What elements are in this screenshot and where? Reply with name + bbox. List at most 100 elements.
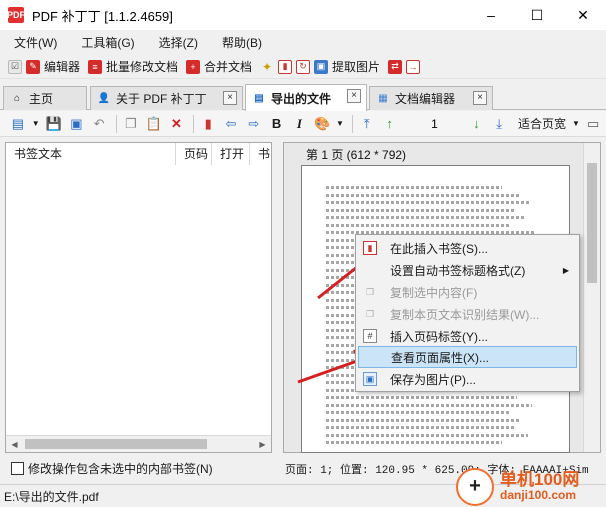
pdf-convert-icon[interactable]: ⇄ — [388, 59, 403, 74]
menu-file[interactable]: 文件(W) — [6, 34, 65, 51]
hash-icon: # — [363, 329, 377, 343]
menu-auto-bookmark-format[interactable]: 设置自动书签标题格式(Z) ▶ — [358, 259, 577, 281]
insert-bookmark-icon[interactable]: ▮ — [198, 114, 218, 134]
editor-button-label: 编辑器 — [44, 60, 81, 74]
chevron-down-icon[interactable]: ▼ — [31, 114, 41, 134]
tab-bar: ⌂ 主页 👤 关于 PDF 补丁丁 × ▤ 导出的文件 × ▦ 文档编辑器 × — [0, 84, 606, 111]
previous-page-icon[interactable]: ↑ — [380, 114, 400, 134]
delete-icon[interactable]: ✕ — [167, 114, 187, 134]
zoom-mode-select[interactable]: 适合页宽 ▼ — [512, 114, 583, 134]
image-extract-icon: ▣ — [314, 59, 329, 74]
include-unselected-checkbox[interactable] — [11, 461, 24, 475]
page-text-line — [326, 186, 503, 189]
watermark-url: danji100.com — [500, 488, 577, 503]
page-text-line — [326, 201, 531, 204]
page-text-line — [326, 216, 526, 219]
menu-insert-page-label[interactable]: # 插入页码标签(Y)... — [358, 325, 577, 347]
save-as-icon[interactable]: ▣ — [66, 114, 86, 134]
scrollbar-thumb[interactable] — [25, 439, 207, 449]
app-logo-icon: PDF — [7, 7, 25, 23]
next-page-icon[interactable]: ↓ — [466, 114, 486, 134]
tab-about[interactable]: 👤 关于 PDF 补丁丁 × — [90, 86, 243, 110]
menu-help[interactable]: 帮助(B) — [214, 34, 270, 51]
horizontal-scrollbar[interactable]: ◀ ▶ — [6, 435, 271, 452]
bookmark-panel: 书签文本 页码 打开 书 ◀ ▶ — [5, 142, 272, 453]
image-icon: ▣ — [363, 372, 377, 386]
undo-icon[interactable]: ↶ — [89, 114, 109, 134]
column-bookmark-text[interactable]: 书签文本 — [6, 143, 176, 165]
tab-home[interactable]: ⌂ 主页 — [3, 86, 87, 110]
file-path: E:\导出的文件.pdf — [4, 489, 99, 504]
person-icon: 👤 — [97, 93, 111, 104]
watermark-name: 单机100网 — [500, 470, 580, 490]
bookmark-table-header: 书签文本 页码 打开 书 — [6, 143, 271, 165]
save-icon[interactable]: 💾 — [44, 114, 64, 134]
page-text-line — [326, 441, 503, 444]
page-text-line — [326, 426, 516, 429]
pdf-rotate-icon[interactable]: ↻ — [296, 59, 311, 74]
page-text-line — [326, 418, 520, 422]
bookmark-insert-icon: ▮ — [363, 241, 377, 255]
magic-wand-icon[interactable]: ✦ — [260, 60, 274, 74]
paste-icon[interactable]: 📋 — [144, 114, 164, 134]
vertical-scrollbar[interactable] — [583, 143, 600, 452]
menu-page-properties-label: 查看页面属性(X)... — [391, 350, 489, 365]
menu-auto-bookmark-format-label: 设置自动书签标题格式(Z) — [390, 263, 526, 278]
toolbar-separator — [193, 114, 195, 133]
column-open[interactable]: 打开 — [212, 143, 250, 165]
page-text-line — [326, 411, 511, 414]
scroll-right-icon[interactable]: ▶ — [254, 436, 271, 452]
copy-icon[interactable]: ❐ — [121, 114, 141, 134]
page-text-line — [326, 223, 509, 227]
document-icon: ▦ — [378, 93, 388, 104]
checklist-icon[interactable]: ☑ — [8, 59, 22, 74]
maximize-button[interactable]: ☐ — [514, 0, 560, 30]
close-window-button[interactable]: ✕ — [560, 0, 606, 30]
close-icon[interactable]: × — [473, 91, 487, 105]
scroll-left-icon[interactable]: ◀ — [6, 436, 23, 452]
bold-button[interactable]: B — [267, 114, 287, 134]
minimize-button[interactable]: – — [468, 0, 514, 30]
menu-save-as-image[interactable]: ▣ 保存为图片(P)... — [358, 368, 577, 390]
ocr-copy-icon: ❐ — [365, 308, 375, 319]
last-page-icon[interactable]: ⤓ — [489, 114, 509, 134]
toolbar-separator — [116, 114, 117, 133]
chevron-down-icon[interactable]: ▼ — [335, 114, 345, 134]
new-document-icon[interactable]: ▤ — [8, 114, 28, 134]
scrollbar-thumb[interactable] — [587, 163, 597, 283]
menu-select[interactable]: 选择(Z) — [151, 34, 206, 51]
pdf-export-icon[interactable]: → — [406, 59, 421, 74]
view-options-icon[interactable]: ▭ — [583, 114, 603, 134]
tab-exported-file[interactable]: ▤ 导出的文件 × — [245, 84, 367, 111]
menu-toolbox[interactable]: 工具箱(G) — [73, 34, 142, 51]
extract-images-button[interactable]: ▣ 提取图片 — [314, 58, 380, 75]
arrow-left-icon[interactable]: ⇦ — [221, 114, 241, 134]
context-menu: ▮ 在此插入书签(S)... 设置自动书签标题格式(Z) ▶ ❐ 复制选中内容(… — [355, 234, 580, 392]
column-page[interactable]: 页码 — [176, 143, 212, 165]
italic-button[interactable]: I — [289, 114, 309, 134]
page-number-input[interactable] — [406, 113, 463, 134]
quick-access-bar: ☑ ✎ 编辑器 ≡ 批量修改文档 + 合并文档 ✦ ▮ ↻ ▣ 提取图片 ⇄ → — [0, 55, 606, 79]
zoom-mode-value: 适合页宽 — [518, 117, 567, 131]
page-text-line — [326, 193, 520, 197]
menu-save-as-image-label: 保存为图片(P)... — [390, 372, 476, 387]
close-icon[interactable]: × — [223, 91, 237, 105]
menu-page-properties[interactable]: 查看页面属性(X)... — [358, 346, 577, 368]
menu-copy-ocr[interactable]: ❐ 复制本页文本识别结果(W)... — [358, 303, 577, 325]
editor-button[interactable]: ✎ 编辑器 — [26, 58, 80, 75]
close-icon[interactable]: × — [347, 89, 361, 103]
color-palette-icon[interactable]: 🎨 — [312, 114, 332, 134]
pdf-batch-icon: ≡ — [88, 59, 103, 74]
menu-copy-selection[interactable]: ❐ 复制选中内容(F) — [358, 281, 577, 303]
tab-doc-editor-label: 文档编辑器 — [395, 92, 456, 106]
menu-insert-bookmark[interactable]: ▮ 在此插入书签(S)... — [358, 237, 577, 259]
page-size-label: 第 1 页 (612 * 792) — [306, 148, 407, 162]
tab-doc-editor[interactable]: ▦ 文档编辑器 × — [369, 86, 493, 110]
pdf-split-icon[interactable]: ▮ — [278, 59, 293, 74]
column-more[interactable]: 书 — [250, 143, 271, 165]
first-page-icon[interactable]: ⤒ — [357, 114, 377, 134]
batch-modify-button[interactable]: ≡ 批量修改文档 — [88, 58, 178, 75]
merge-button[interactable]: + 合并文档 — [186, 58, 252, 75]
arrow-right-icon[interactable]: ⇨ — [244, 114, 264, 134]
page-text-line — [326, 396, 518, 399]
